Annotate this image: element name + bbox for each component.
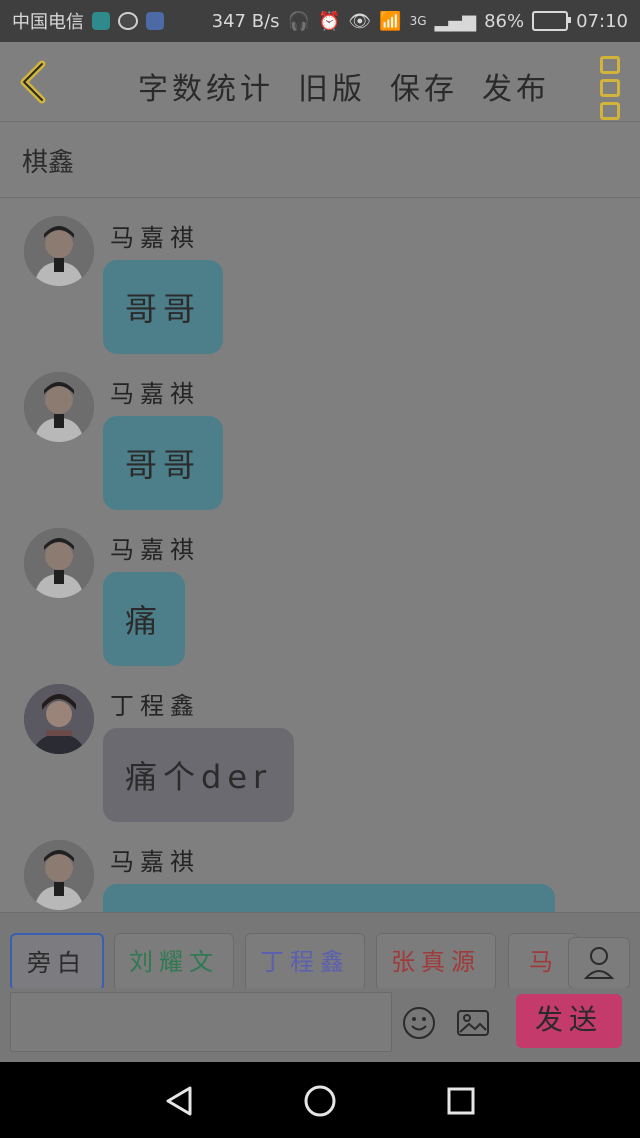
message-bubble[interactable]: 痛 bbox=[103, 572, 186, 666]
menu-dot-icon bbox=[600, 102, 620, 120]
network-type: 3G bbox=[409, 14, 427, 28]
role-selector: 旁白 刘耀文 丁程鑫 张真源 马嘉 bbox=[0, 912, 640, 991]
message-input[interactable] bbox=[10, 992, 392, 1052]
network-speed: 347 B/s bbox=[211, 10, 280, 32]
image-button[interactable] bbox=[456, 1006, 490, 1040]
signal-icon: ▂▄▆ bbox=[434, 10, 477, 32]
composer: 发送 bbox=[0, 988, 640, 1062]
nav-back-icon bbox=[166, 1086, 192, 1116]
back-button[interactable] bbox=[14, 60, 54, 104]
send-button[interactable]: 发送 bbox=[516, 994, 622, 1048]
role-label: 刘耀文 bbox=[129, 948, 219, 976]
sender-name: 丁程鑫 bbox=[110, 692, 200, 720]
sender-name: 马嘉祺 bbox=[110, 848, 200, 876]
wechat-icon bbox=[118, 12, 138, 30]
role-label: 丁程鑫 bbox=[260, 948, 350, 976]
headset-icon: 🎧 bbox=[287, 10, 310, 32]
role-label: 旁白 bbox=[27, 949, 87, 977]
nav-back-button[interactable] bbox=[162, 1084, 196, 1118]
message-list[interactable]: 马嘉祺 哥哥 马嘉祺 哥哥 马嘉祺 痛 丁程鑫 痛个der 马嘉祺 bbox=[0, 198, 640, 912]
back-icon bbox=[20, 60, 46, 104]
wifi-icon: 📶 bbox=[379, 10, 402, 32]
message-bubble[interactable]: 哥哥 bbox=[103, 416, 224, 510]
battery-percent: 86% bbox=[484, 10, 525, 32]
old-version-button[interactable]: 旧版 bbox=[298, 64, 366, 108]
sender-name: 马嘉祺 bbox=[110, 536, 200, 564]
publish-button[interactable]: 发布 bbox=[482, 64, 550, 108]
save-button[interactable]: 保存 bbox=[390, 64, 458, 108]
carrier-label: 中国电信 bbox=[12, 12, 84, 33]
role-zhang-zhenyuan-button[interactable]: 张真源 bbox=[376, 933, 496, 991]
sender-name: 马嘉祺 bbox=[110, 224, 200, 252]
person-icon bbox=[583, 947, 615, 979]
avatar[interactable] bbox=[24, 840, 94, 910]
navigation-bar bbox=[0, 1062, 640, 1138]
chat-title: 棋鑫 bbox=[0, 122, 640, 198]
nav-home-button[interactable] bbox=[303, 1084, 337, 1118]
top-toolbar: 字数统计 旧版 保存 发布 bbox=[0, 42, 640, 122]
avatar[interactable] bbox=[24, 528, 94, 598]
menu-dot-icon bbox=[600, 56, 620, 74]
avatar[interactable] bbox=[24, 372, 94, 442]
message-bubble[interactable]: 哥哥 bbox=[103, 260, 224, 354]
menu-dot-icon bbox=[600, 79, 620, 97]
message-bubble[interactable]: 痛个der bbox=[103, 728, 295, 822]
smiley-icon bbox=[403, 1007, 435, 1039]
clock: 07:10 bbox=[576, 10, 628, 32]
message-item: 马嘉祺 哥哥 bbox=[0, 198, 640, 354]
toolbar-actions: 字数统计 旧版 保存 发布 bbox=[138, 64, 550, 108]
more-menu-button[interactable] bbox=[600, 56, 620, 120]
word-count-button[interactable]: 字数统计 bbox=[138, 64, 274, 108]
role-label: 马嘉 bbox=[529, 948, 559, 976]
role-liu-yaowen-button[interactable]: 刘耀文 bbox=[114, 933, 234, 991]
status-bar: 中国电信 347 B/s 🎧 ⏰ 👁 📶 3G ▂▄▆ 86% 07:10 bbox=[0, 0, 640, 42]
avatar[interactable] bbox=[24, 684, 94, 754]
role-label: 张真源 bbox=[391, 948, 481, 976]
role-ding-chengxin-button[interactable]: 丁程鑫 bbox=[245, 933, 365, 991]
nav-recents-button[interactable] bbox=[444, 1084, 478, 1118]
message-item: 马嘉祺 哥哥 bbox=[0, 354, 640, 510]
shield-icon bbox=[92, 12, 110, 30]
emoji-button[interactable] bbox=[402, 1006, 436, 1040]
battery-icon bbox=[532, 11, 572, 31]
alarm-icon: ⏰ bbox=[317, 10, 341, 32]
app-icon bbox=[146, 12, 164, 30]
avatar[interactable] bbox=[24, 216, 94, 286]
image-icon bbox=[457, 1010, 489, 1036]
eye-icon: 👁 bbox=[348, 10, 372, 32]
message-item: 马嘉祺 痛 bbox=[0, 510, 640, 666]
message-item: 马嘉祺 bbox=[0, 822, 640, 912]
nav-recents-icon bbox=[447, 1087, 475, 1115]
role-narrator-button[interactable]: 旁白 bbox=[10, 933, 104, 991]
message-item: 丁程鑫 痛个der bbox=[0, 666, 640, 822]
character-manage-button[interactable] bbox=[568, 937, 630, 989]
message-bubble[interactable] bbox=[103, 884, 555, 912]
sender-name: 马嘉祺 bbox=[110, 380, 200, 408]
nav-home-icon bbox=[304, 1085, 336, 1117]
